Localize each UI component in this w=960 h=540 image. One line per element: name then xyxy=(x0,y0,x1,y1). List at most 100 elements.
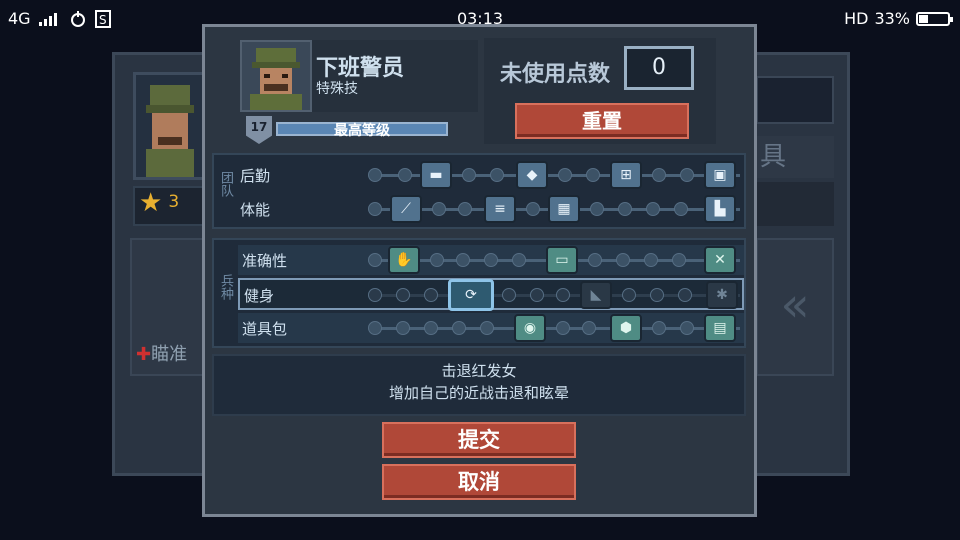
row-label-kit: 道具包 xyxy=(242,320,288,338)
background-aim-label: ✚瞄准 xyxy=(136,340,206,372)
skill-node[interactable] xyxy=(490,168,504,182)
knife-skill-icon[interactable]: ⟋ xyxy=(390,195,422,223)
medkit-skill-icon[interactable]: ⊞ xyxy=(610,161,642,189)
background-chevron-icon: « xyxy=(756,238,834,376)
background-right-title: 具 xyxy=(756,136,834,178)
skill-node[interactable] xyxy=(484,253,498,267)
skill-node[interactable] xyxy=(650,288,664,302)
status-right: HD 33% xyxy=(844,9,953,28)
skill-description-text: 增加自己的近战击退和眩晕 xyxy=(388,384,569,402)
armor-skill-icon[interactable]: ▣ xyxy=(704,161,736,189)
row-label-fitness: 体能 xyxy=(240,201,271,219)
skill-node[interactable] xyxy=(680,321,694,335)
rifle-skill-icon[interactable]: ▭ xyxy=(546,246,578,274)
submit-button[interactable]: 提交 xyxy=(382,422,576,458)
skill-node[interactable] xyxy=(368,321,382,335)
background-right-box xyxy=(756,76,834,124)
skill-description-title: 击退红发女 xyxy=(441,362,517,380)
skill-node[interactable] xyxy=(396,321,410,335)
unused-points-label: 未使用点数 xyxy=(500,62,611,87)
skill-row-accuracy: 准确性 ✋ ▭ ✕ xyxy=(238,245,744,275)
skill-node[interactable] xyxy=(368,288,382,302)
rank-stars: ★ 3 xyxy=(133,186,205,226)
skill-node[interactable] xyxy=(558,168,572,182)
battery-fill xyxy=(919,14,928,23)
skill-node[interactable] xyxy=(396,288,410,302)
mortar-skill-icon[interactable]: ◣ xyxy=(580,281,612,309)
skill-node[interactable] xyxy=(672,253,686,267)
camera-skill-icon[interactable]: ◉ xyxy=(514,314,546,342)
skill-row-body: 健身 ⟳ ◣ ✱ xyxy=(238,278,744,311)
knockback-skill-icon[interactable]: ⟳ xyxy=(448,279,494,311)
skill-node[interactable] xyxy=(616,253,630,267)
ammo-box-skill-icon[interactable]: ▤ xyxy=(704,314,736,342)
aim-icon: ✚ xyxy=(136,344,152,365)
grenade-skill-icon[interactable]: ◆ xyxy=(516,161,548,189)
skill-node[interactable] xyxy=(652,168,666,182)
crosshair-skill-icon[interactable]: ✕ xyxy=(704,246,736,274)
soldier-class: 特殊技 xyxy=(316,81,358,97)
skill-node[interactable] xyxy=(452,321,466,335)
skill-node[interactable] xyxy=(398,168,412,182)
skill-node[interactable] xyxy=(678,288,692,302)
soldier-portrait-icon xyxy=(146,85,194,177)
skill-row-fitness: 体能 ⟋ ≡ ▦ ▙ xyxy=(236,194,744,224)
battery-icon xyxy=(916,11,953,26)
row-label-logistics: 后勤 xyxy=(240,167,271,185)
hand-skill-icon[interactable]: ✋ xyxy=(388,246,420,274)
skill-description-panel: 击退红发女 增加自己的近战击退和眩晕 xyxy=(212,354,746,416)
skill-node[interactable] xyxy=(530,288,544,302)
rank-count: 3 xyxy=(168,192,180,212)
skill-node[interactable] xyxy=(618,202,632,216)
skill-node[interactable] xyxy=(622,288,636,302)
skill-node[interactable] xyxy=(432,202,446,216)
skill-node[interactable] xyxy=(502,288,516,302)
skill-node[interactable] xyxy=(586,168,600,182)
skill-node[interactable] xyxy=(424,288,438,302)
skill-node[interactable] xyxy=(368,168,382,182)
skill-node[interactable] xyxy=(458,202,472,216)
skill-node[interactable] xyxy=(526,202,540,216)
helmet-skill-icon[interactable]: ⬢ xyxy=(610,314,642,342)
background-portrait xyxy=(133,72,205,180)
soldier-portrait xyxy=(240,40,312,112)
skill-node[interactable] xyxy=(644,253,658,267)
xp-label: 最高等级 xyxy=(334,123,390,139)
skill-node[interactable] xyxy=(588,253,602,267)
aim-text: 瞄准 xyxy=(151,344,188,365)
background-right-row xyxy=(756,182,834,226)
unused-points-value: 0 xyxy=(624,46,694,90)
class-section-label: 兵种 xyxy=(218,274,233,300)
skill-row-logistics: 后勤 ▬ ◆ ⊞ ▣ xyxy=(236,160,744,190)
team-section-label: 团队 xyxy=(218,171,233,197)
soldier-avatar-icon xyxy=(250,48,302,110)
backpack-skill-icon[interactable]: ▦ xyxy=(548,195,580,223)
skill-node[interactable] xyxy=(480,321,494,335)
skill-row-kit: 道具包 ◉ ⬢ ▤ xyxy=(238,313,744,343)
ammo-skill-icon[interactable]: ▬ xyxy=(420,161,452,189)
burst-skill-icon[interactable]: ✱ xyxy=(706,281,738,309)
skill-node[interactable] xyxy=(556,288,570,302)
run-skill-icon[interactable]: ≡ xyxy=(484,195,516,223)
skill-node[interactable] xyxy=(368,253,382,267)
cancel-button[interactable]: 取消 xyxy=(382,464,576,500)
skill-node[interactable] xyxy=(368,202,382,216)
hd-indicator: HD xyxy=(844,9,869,28)
skill-node[interactable] xyxy=(556,321,570,335)
skill-node[interactable] xyxy=(680,168,694,182)
skill-node[interactable] xyxy=(456,253,470,267)
reset-button[interactable]: 重置 xyxy=(515,103,689,139)
skill-node[interactable] xyxy=(582,321,596,335)
row-label-body: 健身 xyxy=(244,287,275,305)
skill-node[interactable] xyxy=(590,202,604,216)
boots-skill-icon[interactable]: ▙ xyxy=(704,195,736,223)
skill-node[interactable] xyxy=(674,202,688,216)
skill-node[interactable] xyxy=(652,321,666,335)
skill-node[interactable] xyxy=(512,253,526,267)
skill-node[interactable] xyxy=(462,168,476,182)
row-label-accuracy: 准确性 xyxy=(242,252,288,270)
skill-node[interactable] xyxy=(424,321,438,335)
battery-percent: 33% xyxy=(874,9,910,28)
skill-node[interactable] xyxy=(646,202,660,216)
skill-node[interactable] xyxy=(430,253,444,267)
